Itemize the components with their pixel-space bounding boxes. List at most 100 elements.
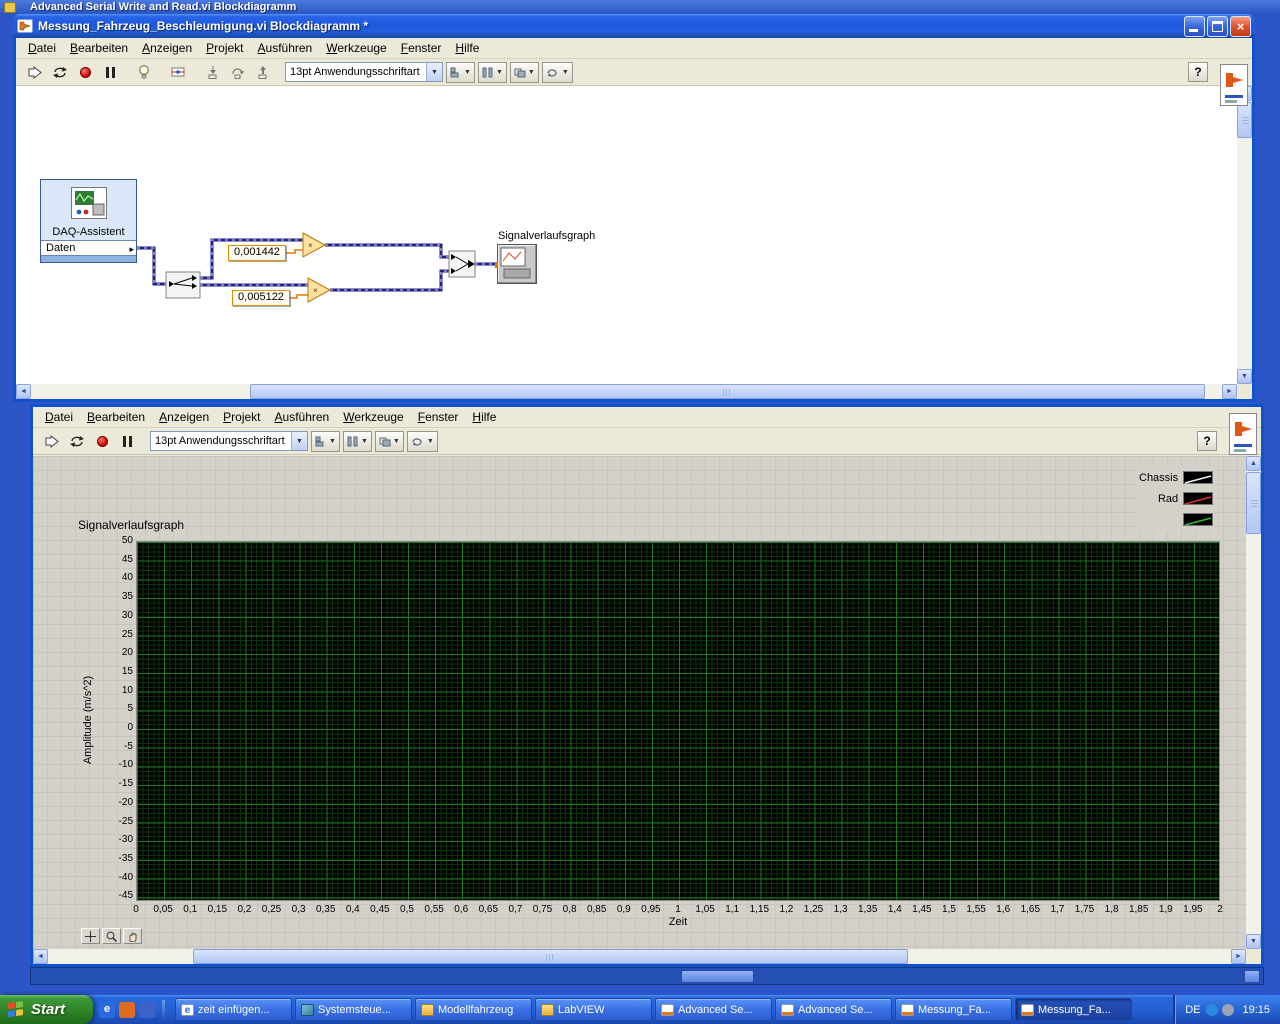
scroll-left-icon[interactable]: ◄ [16,384,31,399]
safely-remove-icon[interactable] [1222,1003,1235,1016]
align-objects-button[interactable]: ▼ [311,430,340,452]
media-player-icon[interactable] [119,1001,135,1018]
menu-anzeigen[interactable]: Anzeigen [153,409,215,425]
internet-explorer-icon[interactable]: e [99,1001,115,1018]
close-button[interactable]: × [1230,15,1251,37]
taskbar-task[interactable]: LabVIEW [535,998,652,1021]
retain-wire-values-button[interactable] [167,61,189,83]
font-selector[interactable]: 13pt Anwendungsschriftart ▼ [285,62,443,82]
scroll-down-icon[interactable]: ▼ [1237,369,1252,384]
reorder-objects-button[interactable]: ▼ [406,430,438,452]
taskbar-task[interactable]: Systemsteue... [295,998,412,1021]
menu-projekt[interactable]: Projekt [217,409,266,425]
menu-ausfhren[interactable]: Ausführen [252,40,319,56]
background-window-hscrollbar[interactable] [30,967,1264,985]
daq-assistant-node[interactable]: DAQ-Assistent Daten ▸ [40,179,137,263]
chevron-down-icon[interactable]: ▼ [426,63,442,81]
scroll-right-icon[interactable]: ► [1231,949,1246,964]
numeric-constant-2[interactable]: 0,005122 [232,290,290,306]
waveform-graph-plot-area[interactable] [136,541,1220,901]
menu-bearbeiten[interactable]: Bearbeiten [64,40,134,56]
menu-projekt[interactable]: Projekt [200,40,249,56]
pause-button[interactable] [116,430,138,452]
resize-objects-button[interactable]: ▼ [509,61,539,83]
pause-button[interactable] [99,61,121,83]
block-diagram-hscrollbar[interactable]: ◄ ► [16,384,1237,399]
minimize-button[interactable] [1184,15,1205,37]
run-continuous-button[interactable] [66,430,88,452]
graph-zoom-tool-button[interactable] [102,928,121,944]
block-diagram-canvas[interactable]: × × DAQ-Assistent Daten ▸ 0,001442 0,005… [16,86,1237,384]
menu-anzeigen[interactable]: Anzeigen [136,40,198,56]
abort-button[interactable] [74,61,96,83]
distribute-objects-button[interactable]: ▼ [342,430,372,452]
vscroll-thumb[interactable] [1237,102,1252,138]
x-axis-title[interactable]: Zeit [136,916,1220,928]
menu-bearbeiten[interactable]: Bearbeiten [81,409,151,425]
reorder-objects-button[interactable]: ▼ [541,61,573,83]
legend-entry[interactable] [1139,509,1214,530]
hscroll-thumb[interactable] [681,970,754,983]
legend-line-sample[interactable] [1183,471,1214,484]
help-button[interactable]: ? [1197,431,1217,451]
taskbar-task[interactable]: Messung_Fa... [1015,998,1132,1021]
background-window-titlebar[interactable]: Advanced Serial Write and Read.vi Blockd… [0,0,1280,15]
chevron-down-icon[interactable]: ▼ [291,432,307,450]
align-objects-button[interactable]: ▼ [446,61,475,83]
front-panel-hscrollbar[interactable]: ◄ ► [33,949,1246,964]
legend-entry[interactable]: Rad [1139,488,1214,509]
hscroll-thumb[interactable] [250,384,1205,399]
run-button[interactable] [41,430,63,452]
graph-cursor-tool-button[interactable] [81,928,100,944]
menu-datei[interactable]: Datei [22,40,62,56]
taskbar-task[interactable]: e zeit einfügen... [175,998,292,1021]
graph-label[interactable]: Signalverlaufsgraph [78,518,184,532]
scroll-right-icon[interactable]: ► [1222,384,1237,399]
language-bar-icon[interactable] [1206,1003,1219,1016]
taskbar-task[interactable]: Messung_Fa... [895,998,1012,1021]
language-indicator[interactable]: DE [1185,1004,1200,1016]
resize-objects-button[interactable]: ▼ [374,430,404,452]
clock[interactable]: 19:15 [1240,1004,1270,1016]
front-panel-vscrollbar[interactable]: ▲ ▼ [1246,456,1261,949]
taskbar-task[interactable]: Advanced Se... [775,998,892,1021]
numeric-constant-1[interactable]: 0,001442 [228,245,286,261]
start-button[interactable]: Start [0,995,93,1024]
menu-werkzeuge[interactable]: Werkzeuge [337,409,409,425]
block-diagram-titlebar[interactable]: Messung_Fahrzeug_Beschleumigung.vi Block… [13,14,1255,38]
scroll-left-icon[interactable]: ◄ [33,949,48,964]
step-into-button[interactable] [201,61,223,83]
daq-expand-strip[interactable] [41,256,136,262]
front-panel-area[interactable]: Chassis Rad Signalverlaufsgraph Amplitude… [33,456,1246,949]
step-over-button[interactable] [226,61,248,83]
block-diagram-vscrollbar[interactable]: ▲ ▼ [1237,86,1252,384]
waveform-graph-terminal[interactable] [495,244,537,284]
hscroll-thumb[interactable] [193,949,908,964]
help-button[interactable]: ? [1188,62,1208,82]
menu-fenster[interactable]: Fenster [395,40,448,56]
scroll-up-icon[interactable]: ▲ [1246,456,1261,471]
run-button[interactable] [24,61,46,83]
menu-werkzeuge[interactable]: Werkzeuge [320,40,392,56]
legend-line-sample[interactable] [1183,492,1214,505]
taskbar-task[interactable]: Modellfahrzeug [415,998,532,1021]
vscroll-thumb[interactable] [1246,472,1261,534]
abort-button[interactable] [91,430,113,452]
scroll-down-icon[interactable]: ▼ [1246,934,1261,949]
menu-hilfe[interactable]: Hilfe [449,40,485,56]
highlight-execution-button[interactable] [133,61,155,83]
legend-entry[interactable]: Chassis [1139,467,1214,488]
daq-output-daten[interactable]: Daten ▸ [41,240,136,256]
legend-line-sample[interactable] [1183,513,1214,526]
menu-fenster[interactable]: Fenster [412,409,465,425]
menu-hilfe[interactable]: Hilfe [466,409,502,425]
run-continuous-button[interactable] [49,61,71,83]
graph-pan-tool-button[interactable] [123,928,142,944]
firefox-icon[interactable] [139,1001,155,1018]
maximize-button[interactable] [1207,15,1228,37]
distribute-objects-button[interactable]: ▼ [477,61,507,83]
step-out-button[interactable] [251,61,273,83]
font-selector[interactable]: 13pt Anwendungsschriftart ▼ [150,431,308,451]
menu-datei[interactable]: Datei [39,409,79,425]
menu-ausfhren[interactable]: Ausführen [269,409,336,425]
